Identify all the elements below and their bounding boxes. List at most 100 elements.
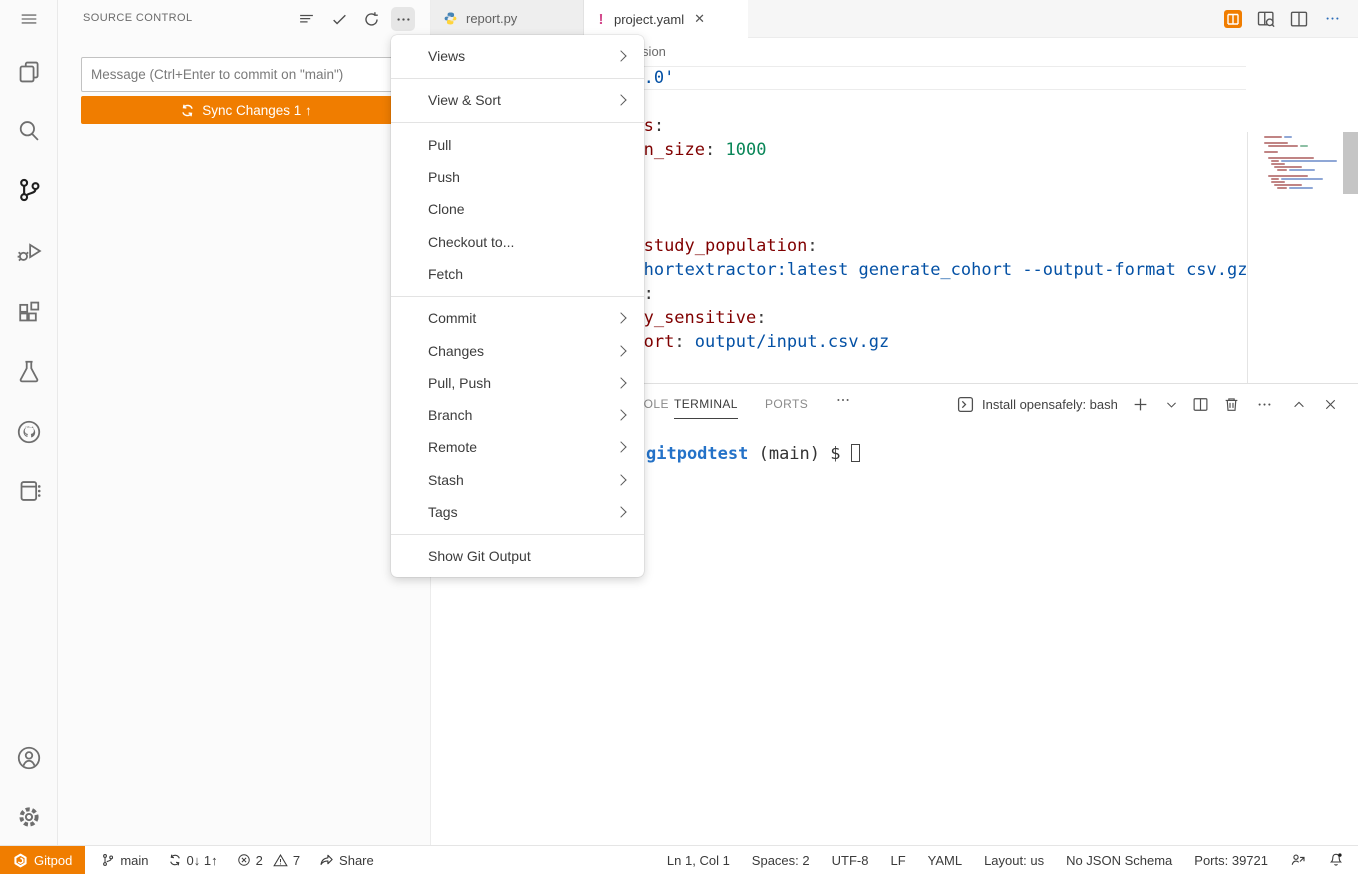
menu-item-remote[interactable]: Remote	[391, 431, 644, 463]
table-editor-icon[interactable]	[1223, 9, 1243, 29]
panel-tab-ports[interactable]: PORTS	[765, 397, 808, 418]
minimap[interactable]	[1247, 132, 1342, 383]
indentation-item[interactable]: Spaces: 2	[752, 853, 810, 868]
menu-item-branch[interactable]: Branch	[391, 399, 644, 431]
error-icon	[237, 853, 251, 867]
sync-icon	[180, 103, 195, 118]
branch-status-item[interactable]: main	[101, 853, 148, 868]
open-changes-icon[interactable]	[1256, 9, 1276, 29]
encoding-item[interactable]: UTF-8	[832, 853, 869, 868]
notifications-bell-icon[interactable]	[1328, 852, 1344, 868]
menu-icon[interactable]	[13, 3, 45, 35]
menu-item-show-git-output[interactable]: Show Git Output	[391, 540, 644, 572]
python-icon	[443, 11, 458, 26]
commit-check-icon[interactable]	[327, 7, 351, 31]
ports-item[interactable]: Ports: 39721	[1194, 853, 1268, 868]
minimap-row	[1271, 163, 1342, 165]
more-actions-icon[interactable]	[391, 7, 415, 31]
menu-item-label: Commit	[428, 310, 617, 326]
notification-dot	[1338, 853, 1341, 856]
menu-separator	[391, 122, 644, 123]
menu-item-push[interactable]: Push	[391, 161, 644, 193]
editor-scrollbar[interactable]	[1343, 132, 1358, 194]
menu-item-label: Views	[428, 48, 617, 64]
menu-item-changes[interactable]: Changes	[391, 334, 644, 366]
tab-report-py[interactable]: report.py	[431, 0, 584, 37]
view-as-list-icon[interactable]	[294, 7, 318, 31]
gitpod-status-badge[interactable]: Gitpod	[0, 846, 85, 874]
branch-icon	[101, 853, 115, 867]
cursor-position-item[interactable]: Ln 1, Col 1	[667, 853, 730, 868]
keyboard-layout-item[interactable]: Layout: us	[984, 853, 1044, 868]
warning-count: 7	[293, 853, 300, 868]
sync-counts: 0↓ 1↑	[187, 853, 218, 868]
run-debug-icon[interactable]	[13, 235, 45, 267]
menu-item-label: Show Git Output	[428, 548, 628, 564]
share-icon	[319, 853, 334, 868]
submenu-chevron-icon	[615, 409, 626, 420]
json-schema-item[interactable]: No JSON Schema	[1066, 853, 1172, 868]
menu-separator	[391, 78, 644, 79]
search-icon[interactable]	[13, 115, 45, 147]
more-terminal-actions-icon[interactable]	[1255, 395, 1274, 414]
minimap-row	[1274, 184, 1342, 186]
minimap-row	[1268, 145, 1342, 147]
source-control-sidebar: SOURCE CONTROL Sync Changes 1 ↑	[58, 0, 430, 845]
context-menu-items: Views View & Sort PullPushCloneCheckout to…	[391, 40, 644, 572]
menu-item-clone[interactable]: Clone	[391, 193, 644, 225]
split-terminal-icon[interactable]	[1191, 395, 1210, 414]
menu-item-label: Changes	[428, 343, 617, 359]
notebook-icon[interactable]	[13, 475, 45, 507]
menu-separator	[391, 534, 644, 535]
terminal-prompt[interactable]: gitpodtest (main) $	[646, 444, 860, 464]
split-editor-icon[interactable]	[1289, 9, 1309, 29]
minimap-row	[1264, 142, 1342, 144]
submenu-chevron-icon	[615, 506, 626, 517]
close-panel-icon[interactable]	[1321, 395, 1340, 414]
language-mode-item[interactable]: YAML	[928, 853, 962, 868]
branch-name: main	[120, 853, 148, 868]
extensions-icon[interactable]	[13, 296, 45, 328]
menu-item-views[interactable]: Views	[391, 40, 644, 72]
terminal-prompt-user: gitpodtest	[646, 444, 748, 464]
terminal-task[interactable]: Install opensafely: bash	[957, 396, 1118, 413]
tab-project-yaml[interactable]: ! project.yaml ✕	[584, 0, 748, 38]
minimap-row	[1271, 181, 1342, 183]
testing-beaker-icon[interactable]	[13, 355, 45, 387]
menu-item-label: Pull, Push	[428, 375, 617, 391]
minimap-row	[1264, 139, 1342, 141]
tab-label: project.yaml	[614, 12, 684, 27]
share-status-item[interactable]: Share	[319, 853, 374, 868]
problems-status-item[interactable]: 2 7	[237, 853, 300, 868]
more-editor-actions-icon[interactable]	[1322, 9, 1342, 29]
github-icon[interactable]	[13, 416, 45, 448]
eol-item[interactable]: LF	[890, 853, 905, 868]
panel-tab-terminal[interactable]: TERMINAL	[674, 397, 738, 419]
menu-item-tags[interactable]: Tags	[391, 496, 644, 528]
explorer-icon[interactable]	[13, 56, 45, 88]
menu-item-fetch[interactable]: Fetch	[391, 258, 644, 290]
account-icon[interactable]	[13, 742, 45, 774]
menu-item-pull-push[interactable]: Pull, Push	[391, 367, 644, 399]
sync-changes-label: Sync Changes 1 ↑	[202, 103, 312, 118]
more-panel-tabs-icon[interactable]	[835, 392, 851, 408]
menu-item-stash[interactable]: Stash	[391, 464, 644, 496]
kill-terminal-trash-icon[interactable]	[1222, 395, 1241, 414]
sync-changes-button[interactable]: Sync Changes 1 ↑	[81, 96, 411, 124]
menu-item-commit[interactable]: Commit	[391, 302, 644, 334]
source-control-icon[interactable]	[13, 174, 45, 206]
menu-item-pull[interactable]: Pull	[391, 129, 644, 161]
maximize-panel-chevron-icon[interactable]	[1289, 395, 1308, 414]
terminal-dropdown-chevron-icon[interactable]	[1162, 395, 1181, 414]
submenu-chevron-icon	[615, 50, 626, 61]
sync-status-item[interactable]: 0↓ 1↑	[168, 853, 218, 868]
menu-item-checkout-to[interactable]: Checkout to...	[391, 225, 644, 257]
refresh-icon[interactable]	[359, 7, 383, 31]
menu-item-view-sort[interactable]: View & Sort	[391, 84, 644, 116]
settings-gear-icon[interactable]	[13, 801, 45, 833]
feedback-icon[interactable]	[1290, 852, 1306, 868]
close-tab-icon[interactable]: ✕	[694, 11, 705, 27]
editor-actions	[1223, 0, 1358, 37]
commit-message-input[interactable]	[81, 57, 411, 92]
new-terminal-icon[interactable]	[1131, 395, 1150, 414]
